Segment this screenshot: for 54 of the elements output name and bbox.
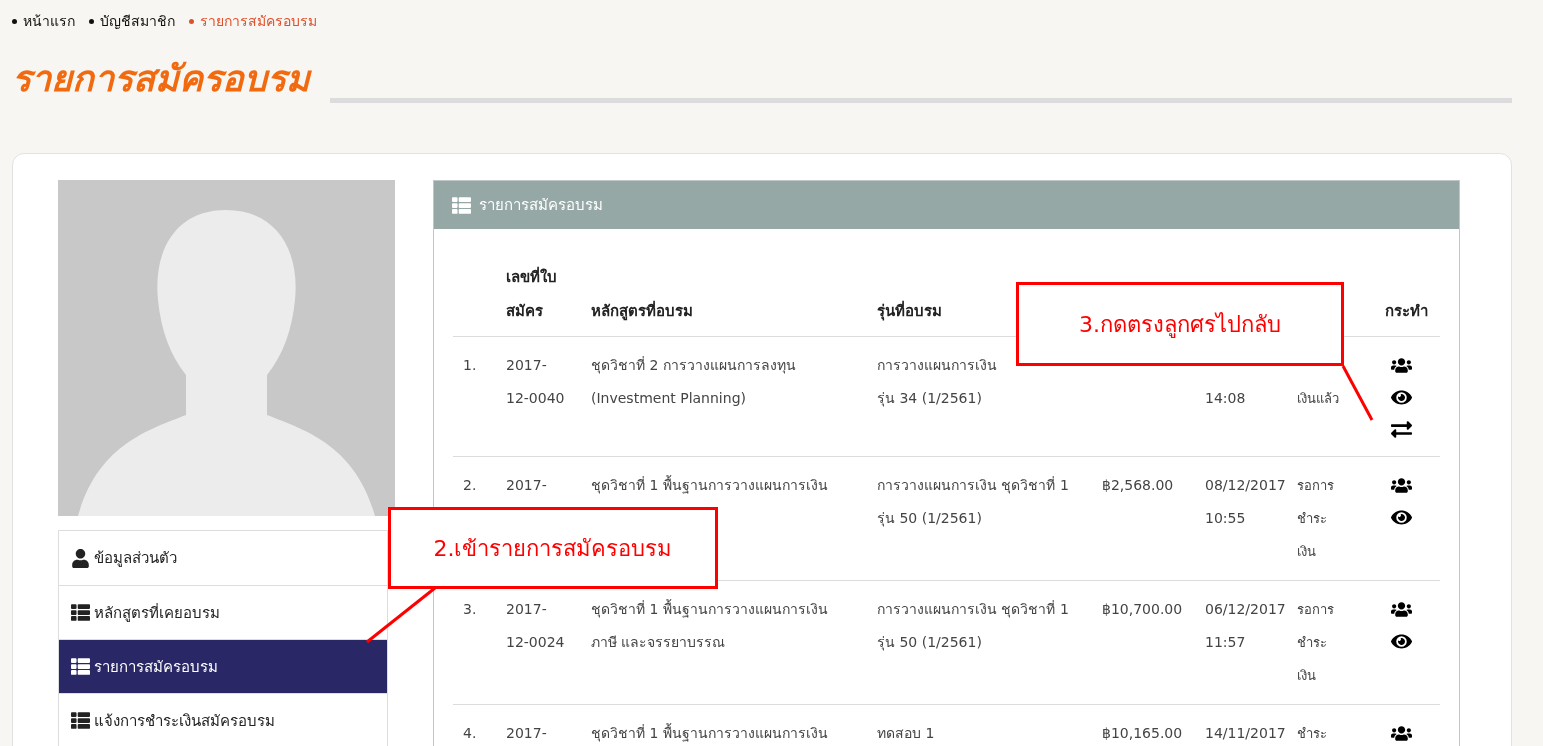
table-cell-text: ชำระ (1297, 725, 1327, 743)
table-cell-text: 2017- 12-0024 (506, 600, 565, 652)
leader-line (366, 586, 436, 644)
table-cell-text: การวางแผนการเงิน ชุดวิชาที่ 1 รุ่น 50 (1/2561) (877, 599, 1069, 653)
sidebar-label: ข้อมูลส่วนตัว (94, 548, 177, 569)
table-cell-text: รอการ ชำระ เงิน (1297, 477, 1334, 561)
callout-tooltip: 3.กดตรงลูกศรไปกลับ (1016, 282, 1344, 366)
table-cell-text: ฿10,700.00 (1102, 600, 1183, 619)
table-cell-text: 2017- (506, 724, 547, 743)
group-icon[interactable] (1391, 475, 1412, 496)
table-cell-text: รอการ ชำระ เงิน (1297, 601, 1334, 685)
table-cell-text: 14/11/2017 (1205, 724, 1286, 743)
table-cell-text: ทดสอบ 1 (877, 724, 935, 743)
column-header: เลขที่ใบ สมัคร (505, 265, 558, 322)
panel-title: รายการสมัครอบรม (479, 195, 603, 216)
group-icon[interactable] (1391, 599, 1412, 620)
breadcrumb-link[interactable]: หน้าแรก (12, 10, 75, 32)
table-cell-text: ชุดวิชาที่ 1 พื้นฐานการวางแผนการเงิน ภาษี และจรรยาบรรณ (591, 598, 828, 652)
table-cell-text: การวางแผนการเงิน รุ่น 34 (1/2561) (877, 356, 997, 409)
leader-line (1341, 365, 1374, 421)
table-cell-text: ฿10,165.00 (1102, 724, 1183, 743)
list-icon (71, 603, 90, 622)
sidebar-item[interactable]: รายการสมัครอบรม (59, 639, 387, 693)
swap-arrows-icon[interactable] (1391, 419, 1412, 440)
table-cell-text: 2. (463, 476, 477, 495)
sidebar-label: หลักสูตรที่เคยอบรม (94, 602, 220, 624)
column-header: หลักสูตรที่อบรม (590, 299, 694, 323)
column-header: กระทำ (1384, 301, 1429, 322)
table-cell-text: 14:08 (1205, 389, 1246, 408)
sidebar-label: แจ้งการชำระเงินสมัครอบรม (94, 710, 275, 732)
breadcrumb-link[interactable]: บัญชีสมาชิก (89, 10, 175, 32)
breadcrumb-link[interactable]: รายการสมัครอบรม (189, 10, 317, 32)
table-cell-text: 3. (463, 600, 477, 619)
table-cell-text: 2017- (506, 476, 547, 495)
table-cell-text: ฿2,568.00 (1102, 476, 1174, 495)
table-cell-text: การวางแผนการเงิน ชุดวิชาที่ 1 รุ่น 50 (1/2561) (877, 475, 1069, 529)
table-cell-text: 08/12/2017 10:55 (1205, 476, 1286, 528)
table-cell-text: 06/12/2017 11:57 (1205, 600, 1286, 652)
table-cell-text: ชุดวิชาที่ 2 การวางแผนการลงทุน (Investment Planning) (591, 355, 796, 408)
table-cell-text: ชุดวิชาที่ 1 พื้นฐานการวางแผนการเงิน (591, 722, 828, 744)
table-cell-text: ชุดวิชาที่ 1 พื้นฐานการวางแผนการเงิน (591, 474, 828, 496)
table-cell-text: 2017- 12-0040 (506, 356, 565, 408)
group-icon[interactable] (1391, 723, 1412, 744)
table-cell-text: 4. (463, 724, 477, 743)
callout-tooltip: 2.เข้ารายการสมัครอบรม (388, 507, 718, 589)
group-icon[interactable] (1391, 355, 1412, 376)
list-icon (452, 195, 471, 215)
person-icon (71, 548, 90, 568)
list-icon (71, 657, 90, 676)
sidebar-label: รายการสมัครอบรม (94, 656, 218, 678)
page-title: รายการสมัครอบรม (12, 57, 310, 101)
list-icon (71, 711, 90, 730)
table-cell-text: 1. (463, 356, 477, 375)
table-cell-text: เงินแล้ว (1297, 390, 1339, 408)
